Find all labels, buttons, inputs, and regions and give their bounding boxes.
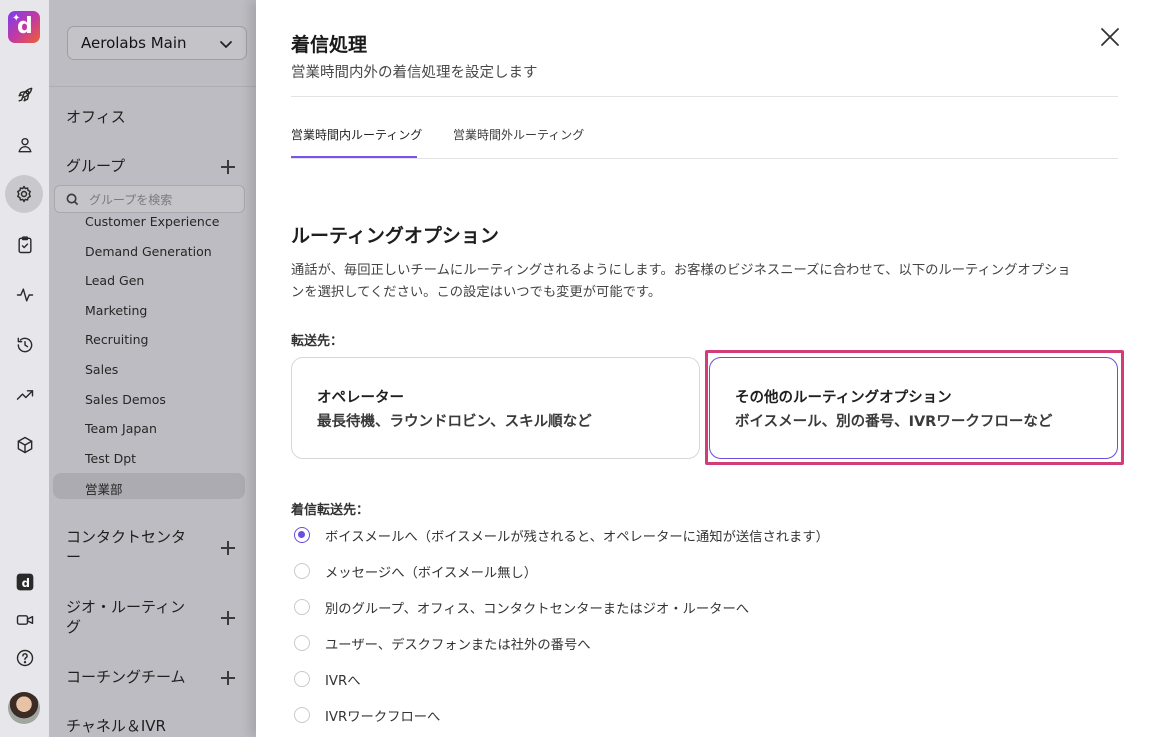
radio-button[interactable] — [294, 635, 310, 651]
group-item[interactable]: Sales Demos — [85, 392, 166, 407]
operator-option-card[interactable]: オペレーター 最長待機、ラウンドロビン、スキル順など — [291, 357, 700, 459]
header-divider — [291, 96, 1118, 97]
focus-highlight-box — [705, 350, 1124, 465]
tab-business-hours[interactable]: 営業時間内ルーティング — [291, 126, 422, 143]
dialpad-app-icon[interactable]: d — [12, 569, 37, 594]
selected-group-highlight — [53, 473, 245, 499]
card-description: 最長待機、ラウンドロビン、スキル順など — [317, 414, 592, 430]
add-coaching-team-icon[interactable] — [221, 671, 235, 685]
group-item[interactable]: Test Dpt — [85, 451, 136, 466]
group-search-input[interactable]: グループを検索 — [54, 185, 245, 213]
sidebar-section-channels-ivr[interactable]: チャネル＆IVR — [66, 716, 166, 736]
forward-to-label: 転送先： — [291, 334, 344, 349]
radio-button-checked[interactable] — [294, 527, 310, 543]
radio-button[interactable] — [294, 707, 310, 723]
add-contact-center-icon[interactable] — [221, 541, 235, 555]
section-title: ルーティングオプション — [291, 225, 499, 247]
workspace-selector[interactable]: Aerolabs Main — [67, 26, 247, 60]
history-icon[interactable] — [12, 332, 37, 357]
video-icon[interactable] — [12, 607, 37, 632]
group-item[interactable]: Team Japan — [85, 421, 157, 436]
activity-icon[interactable] — [12, 282, 37, 307]
tab-after-hours[interactable]: 営業時間外ルーティング — [453, 126, 584, 143]
close-icon — [1101, 28, 1119, 46]
sidebar-section-geo-routing[interactable]: ジオ・ルーティン グ — [66, 597, 185, 637]
option-ivr[interactable]: IVRへ — [294, 669, 361, 689]
person-icon[interactable] — [12, 132, 37, 157]
group-item[interactable]: Sales — [85, 362, 118, 377]
group-item[interactable]: Marketing — [85, 303, 147, 318]
sidebar-divider — [49, 86, 256, 87]
avatar[interactable] — [8, 692, 40, 724]
incoming-forward-label: 着信転送先： — [291, 503, 370, 518]
help-icon[interactable] — [12, 645, 37, 670]
section-description: 通話が、毎回正しいチームにルーティングされるようにします。お客様のビジネスニーズ… — [291, 263, 1071, 300]
sidebar-section-coaching[interactable]: コーチングチーム — [66, 667, 186, 687]
settings-sidebar: Aerolabs Main オフィス グループ グループを検索 Customer… — [49, 0, 256, 737]
sidebar-section-contact-center[interactable]: コンタクトセンタ ー — [66, 527, 186, 567]
group-item[interactable]: Recruiting — [85, 332, 148, 347]
group-item[interactable]: Customer Experience — [85, 214, 219, 229]
radio-button[interactable] — [294, 599, 310, 615]
rocket-icon[interactable] — [12, 82, 37, 107]
workspace-name: Aerolabs Main — [81, 34, 187, 52]
box-icon[interactable] — [12, 432, 37, 457]
option-ivr-workflow[interactable]: IVRワークフローへ — [294, 705, 440, 725]
page-title: 着信処理 — [291, 34, 368, 56]
sidebar-section-groups[interactable]: グループ — [66, 156, 125, 176]
card-title: オペレーター — [317, 390, 404, 406]
group-item[interactable]: Demand Generation — [85, 244, 212, 259]
group-item-selected[interactable]: 営業部 — [85, 479, 123, 498]
app-logo-icon[interactable]: ✦ d — [8, 11, 40, 43]
option-message[interactable]: メッセージへ（ボイスメール無し） — [294, 561, 537, 581]
close-button[interactable] — [1099, 26, 1121, 48]
radio-button[interactable] — [294, 671, 310, 687]
call-handling-panel: 着信処理 営業時間内外の着信処理を設定します 営業時間内ルーティング 営業時間外… — [256, 0, 1156, 737]
clipboard-icon[interactable] — [12, 232, 37, 257]
svg-text:d: d — [21, 576, 29, 590]
search-icon — [66, 193, 79, 206]
add-geo-routing-icon[interactable] — [221, 611, 235, 625]
add-group-icon[interactable] — [221, 160, 235, 174]
option-voicemail[interactable]: ボイスメールへ（ボイスメールが残されると、オペレーターに通知が送信されます） — [294, 525, 829, 545]
tabs-divider — [291, 158, 1118, 159]
chevron-down-icon — [220, 41, 232, 49]
gear-icon[interactable] — [5, 175, 43, 213]
icon-rail: ✦ d d — [0, 0, 49, 737]
sidebar-item-office[interactable]: オフィス — [66, 107, 126, 127]
option-other-group[interactable]: 別のグループ、オフィス、コンタクトセンターまたはジオ・ルーターへ — [294, 597, 749, 617]
group-search-placeholder: グループを検索 — [89, 192, 173, 207]
group-item[interactable]: Lead Gen — [85, 273, 144, 288]
page-subtitle: 営業時間内外の着信処理を設定します — [291, 65, 538, 81]
trending-icon[interactable] — [12, 382, 37, 407]
option-user-number[interactable]: ユーザー、デスクフォンまたは社外の番号へ — [294, 633, 591, 653]
radio-button[interactable] — [294, 563, 310, 579]
